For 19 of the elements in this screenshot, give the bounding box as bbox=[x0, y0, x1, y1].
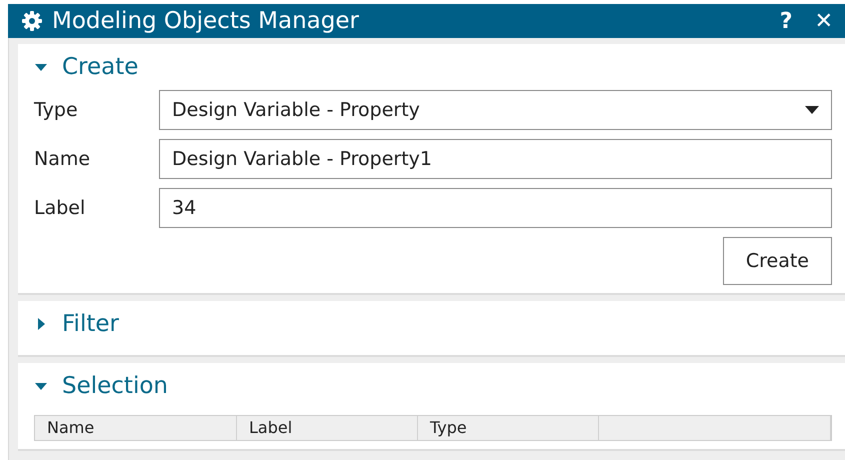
field-label: Name bbox=[34, 148, 92, 170]
column-header[interactable]: Label bbox=[237, 416, 418, 440]
section-header[interactable]: Create bbox=[34, 44, 138, 90]
dropdown-arrow-icon bbox=[805, 106, 819, 114]
input-field[interactable]: Design Variable - Property1 bbox=[159, 139, 832, 179]
column-header[interactable] bbox=[599, 416, 831, 440]
input-field[interactable]: 34 bbox=[159, 188, 832, 228]
type-dropdown[interactable]: Design Variable - Property bbox=[159, 90, 832, 130]
field-label: Type bbox=[34, 99, 79, 121]
help-button[interactable]: ? bbox=[774, 8, 799, 34]
create-button[interactable]: Create bbox=[722, 237, 832, 285]
column-header[interactable]: Type bbox=[418, 416, 599, 440]
section-header[interactable]: Selection bbox=[34, 363, 168, 409]
window-title: Modeling Objects Manager bbox=[52, 8, 360, 34]
gear-icon bbox=[22, 11, 42, 31]
column-header[interactable]: Name bbox=[35, 416, 237, 440]
field-label: Label bbox=[34, 197, 86, 219]
close-button[interactable]: ✕ bbox=[808, 8, 839, 34]
section-header[interactable]: Filter bbox=[34, 301, 119, 347]
